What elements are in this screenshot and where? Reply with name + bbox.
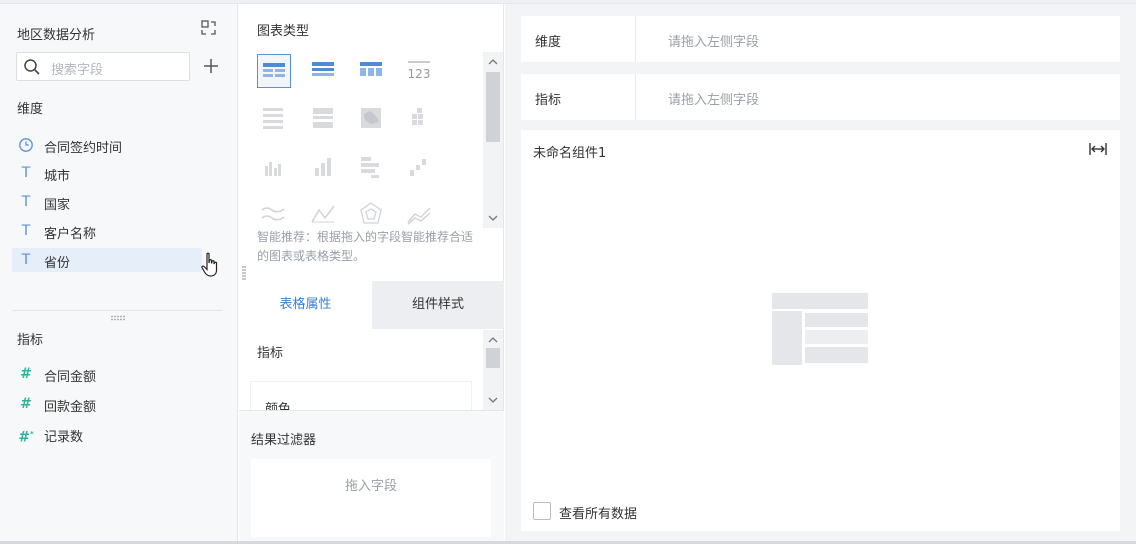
map-chart-type-icon[interactable] (355, 102, 389, 136)
dimension-field-customer[interactable]: T 客户名称 (12, 219, 202, 243)
scrollbar-thumb[interactable] (486, 348, 500, 368)
dataset-title: 地区数据分析 (17, 28, 96, 43)
add-field-button[interactable] (202, 57, 220, 75)
preview-panel: 维度 请拖入左侧字段 指标 请拖入左侧字段 未命名组件1 查看所有数据 (505, 4, 1136, 541)
field-label: 城市 (44, 169, 71, 184)
line-chart-type-icon[interactable] (257, 198, 291, 232)
scroll-down-icon[interactable] (487, 212, 499, 224)
waterfall-chart-type-icon[interactable] (403, 150, 437, 184)
svg-text:123: 123 (408, 67, 431, 81)
field-search-input[interactable]: 搜索字段 (16, 52, 190, 81)
field-label: 客户名称 (44, 227, 97, 242)
field-label: 合同签约时间 (44, 141, 123, 156)
metric-field-contract-amount[interactable]: # 合同金额 (12, 362, 202, 386)
property-scrollbar[interactable] (483, 330, 503, 410)
text-type-icon: T (21, 252, 31, 268)
component-canvas: 未命名组件1 查看所有数据 (521, 130, 1120, 531)
field-panel: 地区数据分析 搜索字段 维度 合同签约时间 T 城市 T 国家 T 客户名称 T… (0, 4, 238, 541)
chart-type-scrollbar[interactable] (483, 52, 503, 228)
hand-cursor-icon (201, 252, 218, 277)
chart-type-title: 图表类型 (257, 24, 310, 39)
radar-chart-type-icon[interactable] (355, 198, 389, 232)
field-label: 回款金额 (44, 400, 97, 415)
bar-chart-type-icon[interactable] (257, 150, 291, 184)
number-count-icon: #* (18, 429, 34, 446)
detail-table-type-icon[interactable] (257, 54, 291, 88)
field-label: 国家 (44, 198, 71, 213)
dimension-row-placeholder: 请拖入左侧字段 (668, 35, 760, 50)
dimension-row-label: 维度 (535, 35, 562, 50)
card-chart-type-icon[interactable] (307, 102, 341, 136)
list-chart-type-icon[interactable] (257, 102, 291, 136)
component-title[interactable]: 未命名组件1 (533, 142, 606, 161)
group-table-type-icon[interactable] (307, 54, 341, 88)
switch-dataset-icon[interactable] (200, 19, 218, 37)
dimension-drop-row[interactable]: 维度 请拖入左侧字段 (521, 16, 1120, 62)
section-divider (12, 310, 222, 311)
field-label: 省份 (44, 256, 71, 271)
property-section-metric: 指标 (257, 346, 284, 361)
view-all-checkbox[interactable] (533, 502, 551, 520)
drop-zone-text: 拖入字段 (344, 479, 397, 494)
vertical-resize-handle-icon[interactable] (242, 266, 246, 280)
scroll-up-icon[interactable] (487, 56, 499, 68)
scrollbar-thumb[interactable] (486, 72, 500, 142)
metrics-section-label: 指标 (17, 333, 44, 348)
dimension-field-city[interactable]: T 城市 (12, 161, 202, 185)
chart-config-panel: 图表类型 123 智能推荐：根据拖入的字段智能推荐合适的图表或表格类型。 表格属… (239, 4, 504, 541)
filter-drop-zone[interactable]: 拖入字段 (251, 459, 491, 537)
tab-table-properties[interactable]: 表格属性 (239, 281, 372, 329)
search-icon (24, 59, 40, 75)
color-setting[interactable]: 颜色 (251, 382, 471, 417)
text-type-icon: T (21, 194, 31, 210)
dimensions-section-label: 维度 (17, 102, 44, 117)
smart-recommend-hint: 智能推荐：根据拖入的字段智能推荐合适的图表或表格类型。 (257, 230, 474, 263)
chart-type-grid: 123 (257, 54, 457, 225)
metric-drop-row[interactable]: 指标 请拖入左侧字段 (521, 74, 1120, 120)
row-separator (635, 74, 636, 120)
tab-component-style[interactable]: 组件样式 (372, 281, 504, 329)
heatmap-chart-type-icon[interactable] (403, 102, 437, 136)
expand-width-icon[interactable] (1089, 142, 1107, 156)
result-filter-section: 结果过滤器 拖入字段 (239, 410, 504, 541)
empty-table-placeholder-icon (772, 293, 868, 365)
text-type-icon: T (21, 223, 31, 239)
column-chart-type-icon[interactable] (307, 150, 341, 184)
view-all-label: 查看所有数据 (559, 507, 638, 522)
text-type-icon: T (21, 165, 31, 181)
kpi-number-type-icon[interactable]: 123 (403, 54, 437, 88)
search-placeholder: 搜索字段 (51, 63, 104, 78)
clock-icon (19, 138, 33, 152)
field-label: 合同金额 (44, 370, 97, 385)
dimension-field-contract-date[interactable]: 合同签约时间 (12, 133, 202, 157)
resize-handle-icon[interactable] (110, 315, 126, 321)
cross-table-type-icon[interactable] (355, 54, 389, 88)
number-type-icon: # (20, 396, 32, 412)
row-separator (635, 16, 636, 62)
scroll-down-icon[interactable] (487, 394, 499, 406)
area-line-chart-type-icon[interactable] (307, 198, 341, 232)
metric-row-label: 指标 (535, 93, 562, 108)
metric-field-record-count[interactable]: #* 记录数 (12, 422, 202, 446)
field-label: 记录数 (44, 430, 84, 445)
dimension-field-country[interactable]: T 国家 (12, 190, 202, 214)
property-tabs: 表格属性 组件样式 (239, 281, 504, 329)
horizontal-bar-type-icon[interactable] (355, 150, 389, 184)
stacked-area-chart-type-icon[interactable] (403, 198, 437, 232)
number-type-icon: # (20, 366, 32, 382)
scroll-up-icon[interactable] (487, 334, 499, 346)
metric-field-payment-amount[interactable]: # 回款金额 (12, 392, 202, 416)
metric-row-placeholder: 请拖入左侧字段 (668, 93, 760, 108)
dimension-field-province[interactable]: T 省份 (12, 248, 202, 272)
result-filter-label: 结果过滤器 (251, 433, 317, 448)
